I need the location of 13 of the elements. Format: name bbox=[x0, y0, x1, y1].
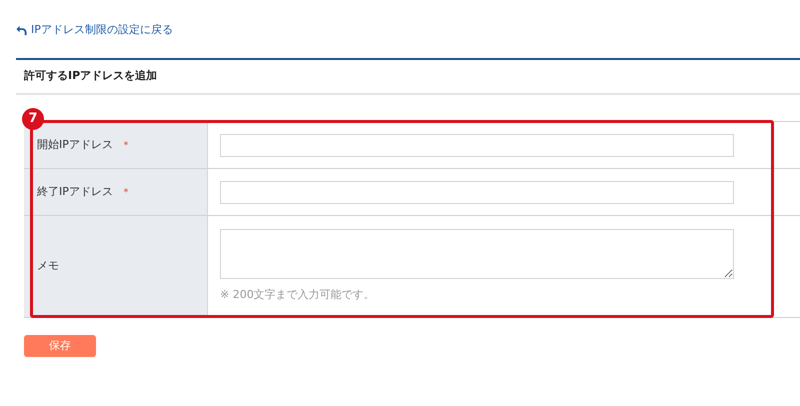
section-title: 許可するIPアドレスを追加 bbox=[24, 68, 158, 84]
field-label: 終了IPアドレス bbox=[37, 184, 113, 200]
required-mark: ＊ bbox=[120, 186, 131, 200]
back-link[interactable]: IPアドレス制限の設定に戻る bbox=[31, 22, 173, 38]
annotation-badge: 7 bbox=[22, 108, 44, 130]
back-arrow-icon bbox=[16, 24, 27, 36]
memo-field[interactable] bbox=[220, 229, 734, 279]
field-label: メモ bbox=[37, 258, 59, 274]
text-field[interactable] bbox=[220, 134, 734, 157]
field-label: 開始IPアドレス bbox=[37, 136, 113, 153]
character-limit-note: ※ 200文字まで入力可能です。 bbox=[220, 287, 376, 303]
required-mark: ＊ bbox=[120, 138, 131, 152]
text-field[interactable] bbox=[220, 181, 734, 204]
